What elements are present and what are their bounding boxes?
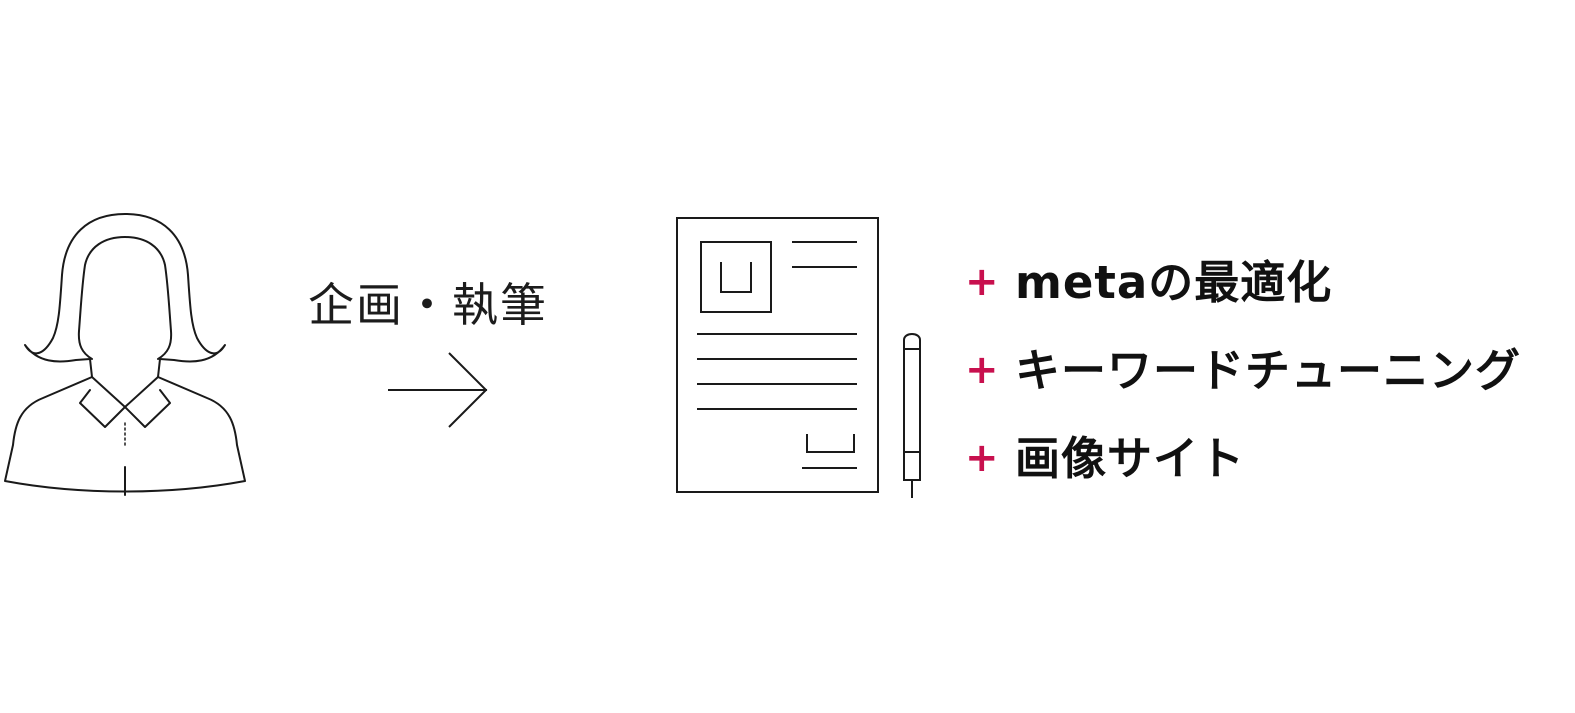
step-label: 企画・執筆: [308, 278, 548, 332]
feature-text: metaの最適化: [1015, 255, 1333, 309]
feature-item-meta: + metaの最適化: [965, 238, 1521, 326]
plus-icon: +: [965, 435, 999, 481]
feature-text: キーワードチューニング: [1015, 343, 1522, 397]
feature-text: 画像サイト: [1015, 431, 1246, 485]
arrow-right-icon: [388, 352, 488, 428]
plus-icon: +: [965, 347, 999, 393]
feature-item-keyword: + キーワードチューニング: [965, 326, 1521, 414]
diagram-canvas: 企画・執筆 + metaの最適化 + キーワードチューニング + 画像サイト: [0, 0, 1575, 713]
pen-icon: [903, 333, 921, 498]
feature-item-image: + 画像サイト: [965, 414, 1521, 502]
document-icon: [676, 217, 921, 498]
feature-list: + metaの最適化 + キーワードチューニング + 画像サイト: [965, 238, 1521, 502]
plus-icon: +: [965, 259, 999, 305]
woman-silhouette-icon: [4, 213, 246, 496]
